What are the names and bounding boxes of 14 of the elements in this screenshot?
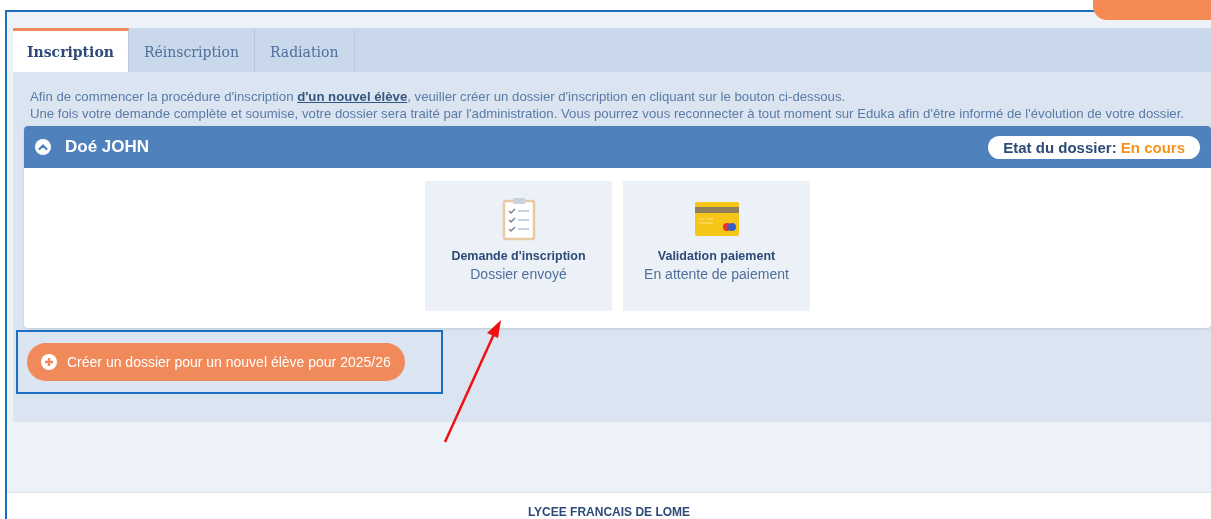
step-title: Demande d'inscription [451, 249, 586, 263]
tab[interactable]: Inscription [13, 28, 129, 72]
step-card[interactable]: Demande d'inscription Dossier envoyé [425, 181, 612, 311]
step-status: En attente de paiement [644, 266, 789, 282]
student-name: Doé JOHN [65, 137, 150, 157]
plus-icon [41, 354, 57, 370]
intro-text: Afin de commencer la procédure d'inscription d'un nouvel élève, veuiller créer un dossier d'inscription en cliquant sur le bouton ci-dessous. Une fois votre demande complète et soumise, votre dossier sera traité par l'administration. Vous pourrez vous reconnecter à tout moment sur Eduka afin d'être informé de l'évolution de votre dossier. [29, 88, 1185, 122]
step-card[interactable]: Validation paiement En attente de paiement [623, 181, 810, 311]
footer-text: LYCEE FRANCAIS DE LOME [527, 505, 691, 519]
step-status: Dossier envoyé [470, 266, 567, 282]
status-label: Etat du dossier: [1003, 138, 1117, 156]
chevron-icon[interactable] [35, 139, 51, 155]
status-value: En cours [1120, 138, 1185, 156]
step-title: Validation paiement [657, 249, 776, 263]
